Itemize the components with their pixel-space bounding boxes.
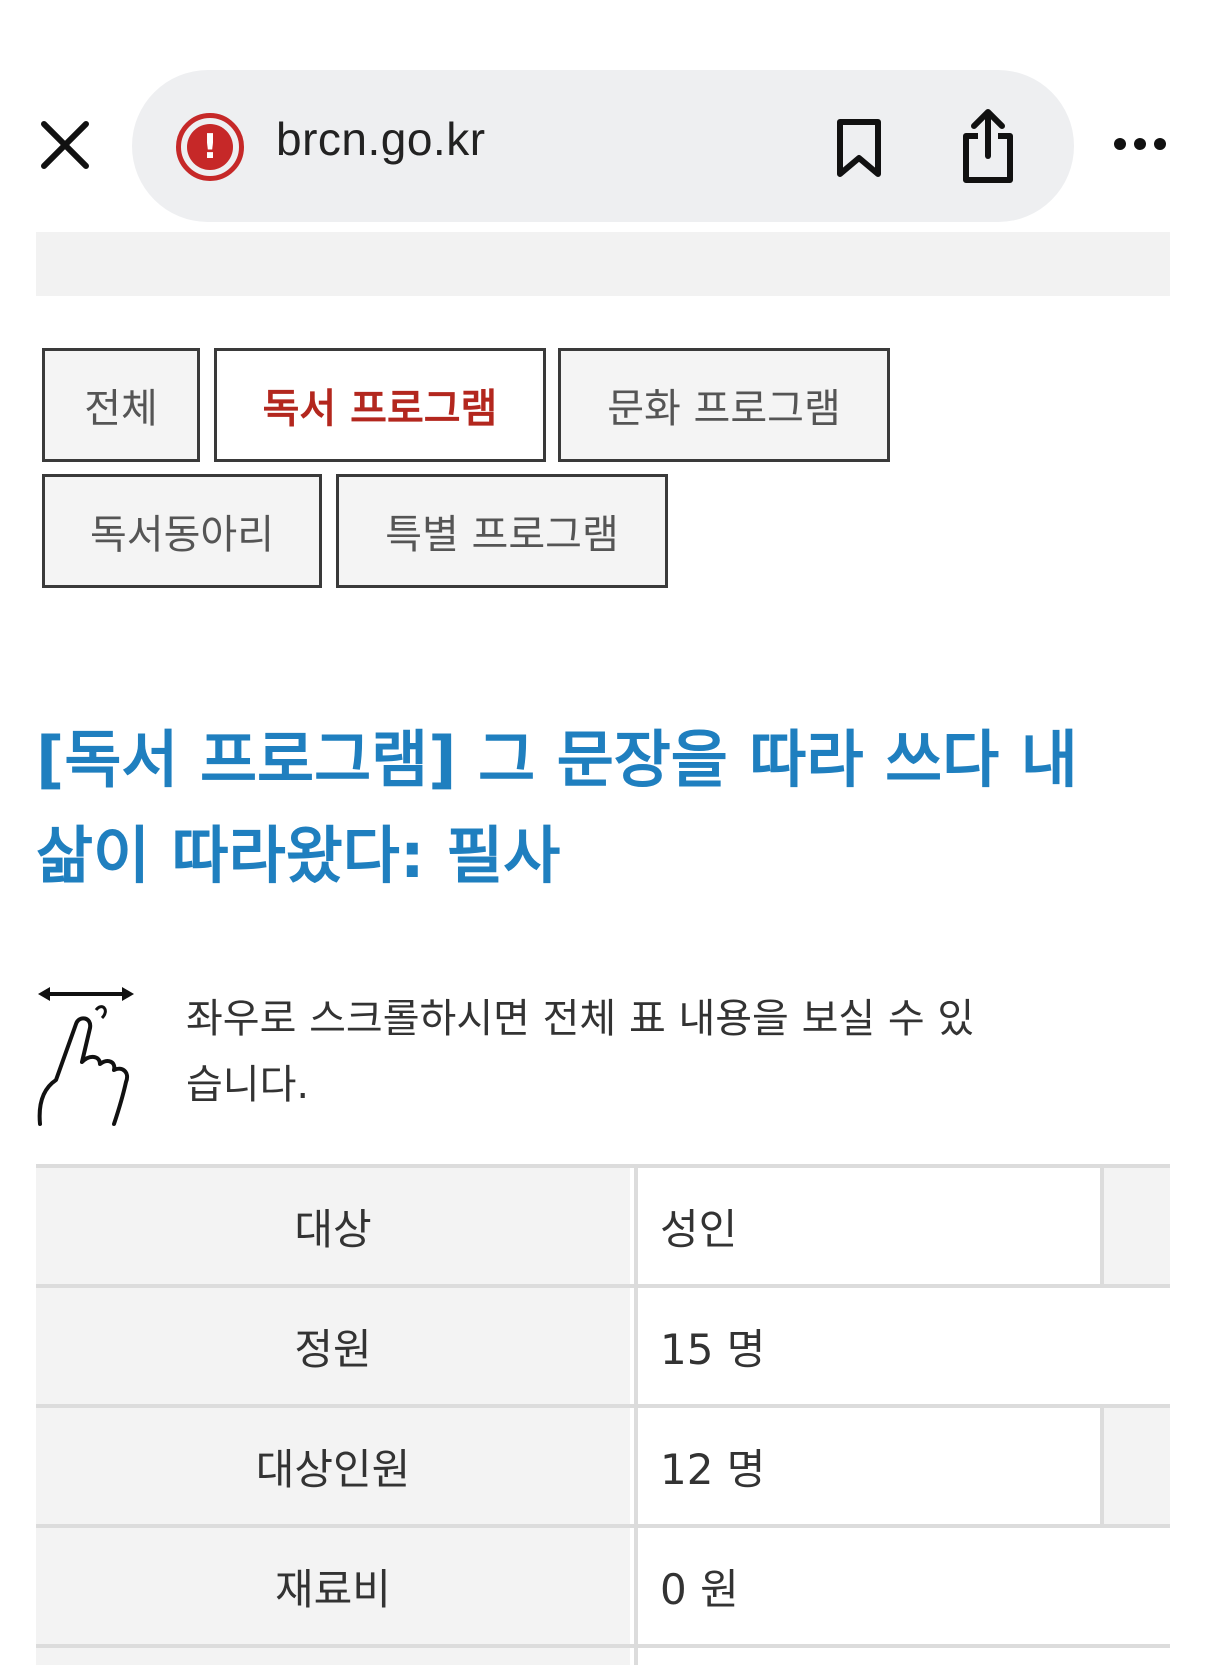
row-header: 대상 — [36, 1168, 630, 1284]
browser-toolbar: ! brcn.go.kr — [0, 0, 1206, 232]
row-value: 15 명 — [634, 1288, 1170, 1404]
row-header: 정원 — [36, 1288, 630, 1404]
row-header: 재료비 — [36, 1528, 630, 1644]
table-row: 대상 성인 — [36, 1164, 1170, 1284]
row-header: 대상인원 — [36, 1408, 630, 1524]
tab-label: 전체 — [84, 386, 158, 432]
tab-label: 특별 프로그램 — [385, 512, 619, 558]
tab-all[interactable]: 전체 — [42, 348, 200, 462]
program-info-table[interactable]: 대상 성인 정원 15 명 대상인원 12 명 재료비 0 원 — [36, 1164, 1170, 1665]
tab-special-program[interactable]: 특별 프로그램 — [336, 474, 668, 588]
table-row: 정원 15 명 — [36, 1284, 1170, 1404]
close-icon[interactable] — [38, 118, 92, 172]
tab-reading-program[interactable]: 독서 프로그램 — [214, 348, 546, 462]
program-title: [독서 프로그램] 그 문장을 따라 쓰다 내 삶이 따라왔다: 필사 — [36, 723, 1078, 892]
bookmark-icon[interactable] — [834, 118, 884, 178]
row-header — [36, 1648, 630, 1665]
table-row: 대상인원 12 명 — [36, 1404, 1170, 1524]
tab-label: 문화 프로그램 — [607, 386, 841, 432]
row-value: 성인 — [634, 1168, 1170, 1284]
address-bar[interactable]: ! brcn.go.kr — [132, 70, 1074, 222]
tab-label: 독서동아리 — [90, 512, 274, 558]
swipe-hand-icon — [36, 984, 136, 1128]
table-row: 재료비 0 원 — [36, 1524, 1170, 1644]
row-value — [634, 1648, 1170, 1665]
security-warning-icon[interactable]: ! — [176, 113, 244, 181]
tab-culture-program[interactable]: 문화 프로그램 — [558, 348, 890, 462]
table-row — [36, 1644, 1170, 1665]
tab-reading-club[interactable]: 독서동아리 — [42, 474, 322, 588]
row-value: 0 원 — [634, 1528, 1170, 1644]
row-value: 12 명 — [634, 1408, 1170, 1524]
hidden-column-cell — [1100, 1168, 1170, 1284]
search-summary-strip — [36, 228, 1170, 296]
url-text[interactable]: brcn.go.kr — [276, 112, 486, 166]
more-options-icon[interactable] — [1112, 132, 1168, 156]
scroll-hint-text: 좌우로 스크롤하시면 전체 표 내용을 보실 수 있습니다. — [186, 996, 975, 1108]
share-icon[interactable] — [958, 106, 1018, 186]
tab-label: 독서 프로그램 — [262, 386, 498, 432]
hidden-column-cell — [1100, 1408, 1170, 1524]
